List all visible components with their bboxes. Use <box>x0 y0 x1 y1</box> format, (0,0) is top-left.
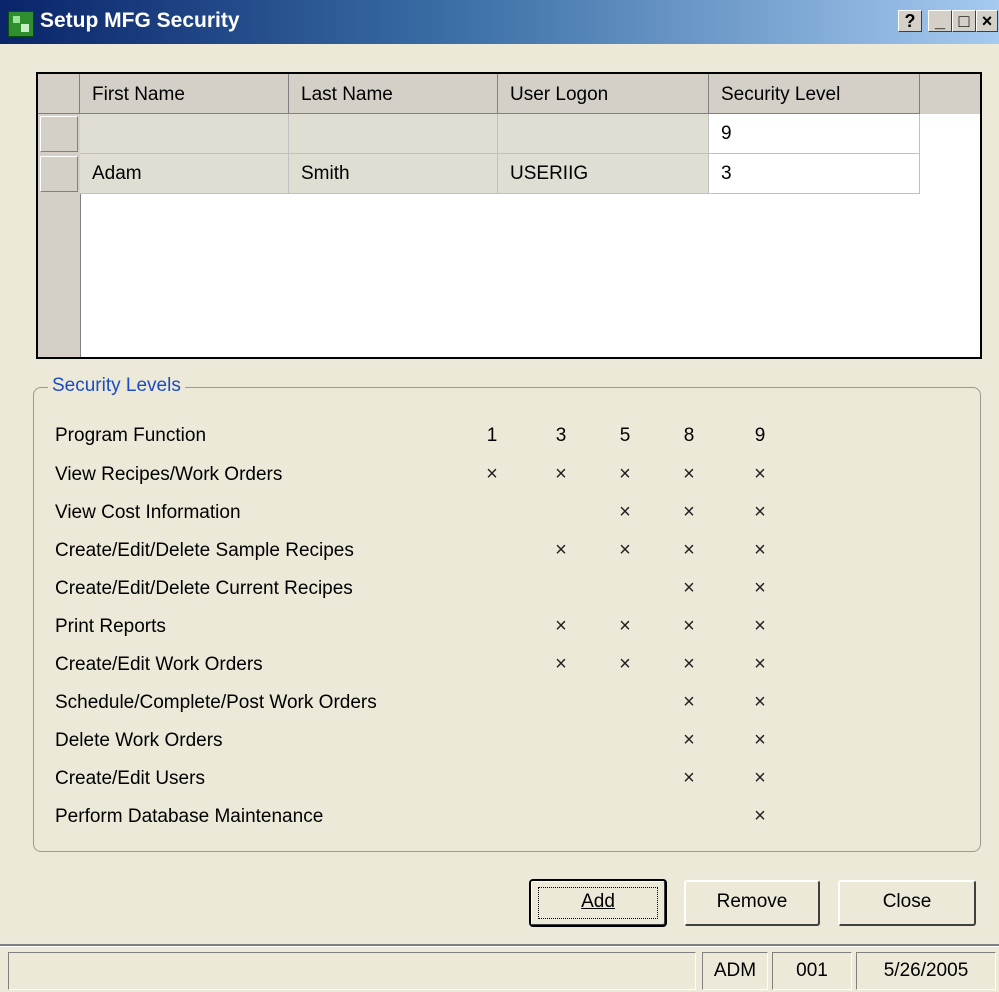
add-button[interactable]: Add <box>529 879 667 927</box>
cell-security-level[interactable]: 9 <box>709 114 920 154</box>
permission-mark: × <box>754 615 766 637</box>
permission-mark: × <box>754 501 766 523</box>
permission-mark: × <box>683 463 695 485</box>
permission-mark: × <box>754 805 766 827</box>
cell-user-logon[interactable] <box>498 114 709 154</box>
permission-mark: × <box>619 501 631 523</box>
permission-mark: × <box>555 653 567 675</box>
grid-corner[interactable] <box>38 74 80 114</box>
status-separator <box>0 944 999 947</box>
security-function-label: Create/Edit Work Orders <box>55 654 263 675</box>
security-function-label: View Recipes/Work Orders <box>55 464 283 485</box>
permission-mark: × <box>683 539 695 561</box>
permission-mark: × <box>754 653 766 675</box>
permission-mark: × <box>486 463 498 485</box>
help-button[interactable]: ? <box>898 10 922 32</box>
permission-mark: × <box>619 539 631 561</box>
column-header-last-name[interactable]: Last Name <box>289 74 498 114</box>
security-function-label: View Cost Information <box>55 502 241 523</box>
remove-button[interactable]: Remove <box>684 880 820 926</box>
cell-last-name[interactable]: Smith <box>289 154 498 194</box>
permission-mark: × <box>754 767 766 789</box>
permission-mark: × <box>683 691 695 713</box>
permission-mark: × <box>683 577 695 599</box>
add-button-label: Add <box>581 891 615 912</box>
row-header[interactable] <box>40 156 78 192</box>
permission-mark: × <box>754 539 766 561</box>
permission-mark: × <box>683 653 695 675</box>
close-button[interactable]: Close <box>838 880 976 926</box>
security-function-label: Create/Edit Users <box>55 768 205 789</box>
minimize-button[interactable]: _ <box>928 10 952 32</box>
permission-mark: × <box>619 615 631 637</box>
status-date: 5/26/2005 <box>856 952 996 990</box>
permission-mark: × <box>754 729 766 751</box>
app-icon <box>8 11 34 37</box>
permission-mark: × <box>683 615 695 637</box>
column-header-security-level[interactable]: Security Level <box>709 74 920 114</box>
users-grid[interactable]: First Name Last Name User Logon Security… <box>36 72 982 359</box>
permission-mark: × <box>555 615 567 637</box>
permission-mark: × <box>683 501 695 523</box>
permission-mark: × <box>555 539 567 561</box>
permission-mark: × <box>619 463 631 485</box>
program-function-header: Program Function <box>55 425 207 446</box>
security-levels-title: Security Levels <box>48 375 185 397</box>
security-function-label: Delete Work Orders <box>55 730 223 751</box>
security-function-label: Perform Database Maintenance <box>55 806 324 827</box>
level-header: 1 <box>486 425 498 446</box>
cell-last-name[interactable] <box>289 114 498 154</box>
security-function-label: Schedule/Complete/Post Work Orders <box>55 692 377 713</box>
cell-first-name[interactable]: Adam <box>80 154 289 194</box>
maximize-button[interactable]: □ <box>952 10 976 32</box>
permission-mark: × <box>754 577 766 599</box>
column-header-user-logon[interactable]: User Logon <box>498 74 709 114</box>
permission-mark: × <box>683 729 695 751</box>
level-header: 9 <box>754 425 766 446</box>
security-function-label: Print Reports <box>55 616 166 637</box>
level-header: 5 <box>619 425 631 446</box>
cell-security-level[interactable]: 3 <box>709 154 920 194</box>
level-header: 8 <box>683 425 695 446</box>
level-header: 3 <box>555 425 567 446</box>
close-window-button[interactable]: × <box>976 10 998 32</box>
title-bar: Setup MFG Security ? _ □ × <box>0 0 999 44</box>
permission-mark: × <box>754 463 766 485</box>
row-header[interactable] <box>40 116 78 152</box>
security-function-label: Create/Edit/Delete Current Recipes <box>55 578 353 599</box>
cell-first-name[interactable] <box>80 114 289 154</box>
status-message <box>8 952 696 990</box>
permission-mark: × <box>619 653 631 675</box>
permission-mark: × <box>683 767 695 789</box>
column-header-first-name[interactable]: First Name <box>80 74 289 114</box>
permission-mark: × <box>555 463 567 485</box>
permission-mark: × <box>754 691 766 713</box>
cell-user-logon[interactable]: USERIIG <box>498 154 709 194</box>
status-user: ADM <box>702 952 768 990</box>
status-company: 001 <box>772 952 852 990</box>
security-function-label: Create/Edit/Delete Sample Recipes <box>55 540 354 561</box>
window-title: Setup MFG Security <box>40 9 240 32</box>
